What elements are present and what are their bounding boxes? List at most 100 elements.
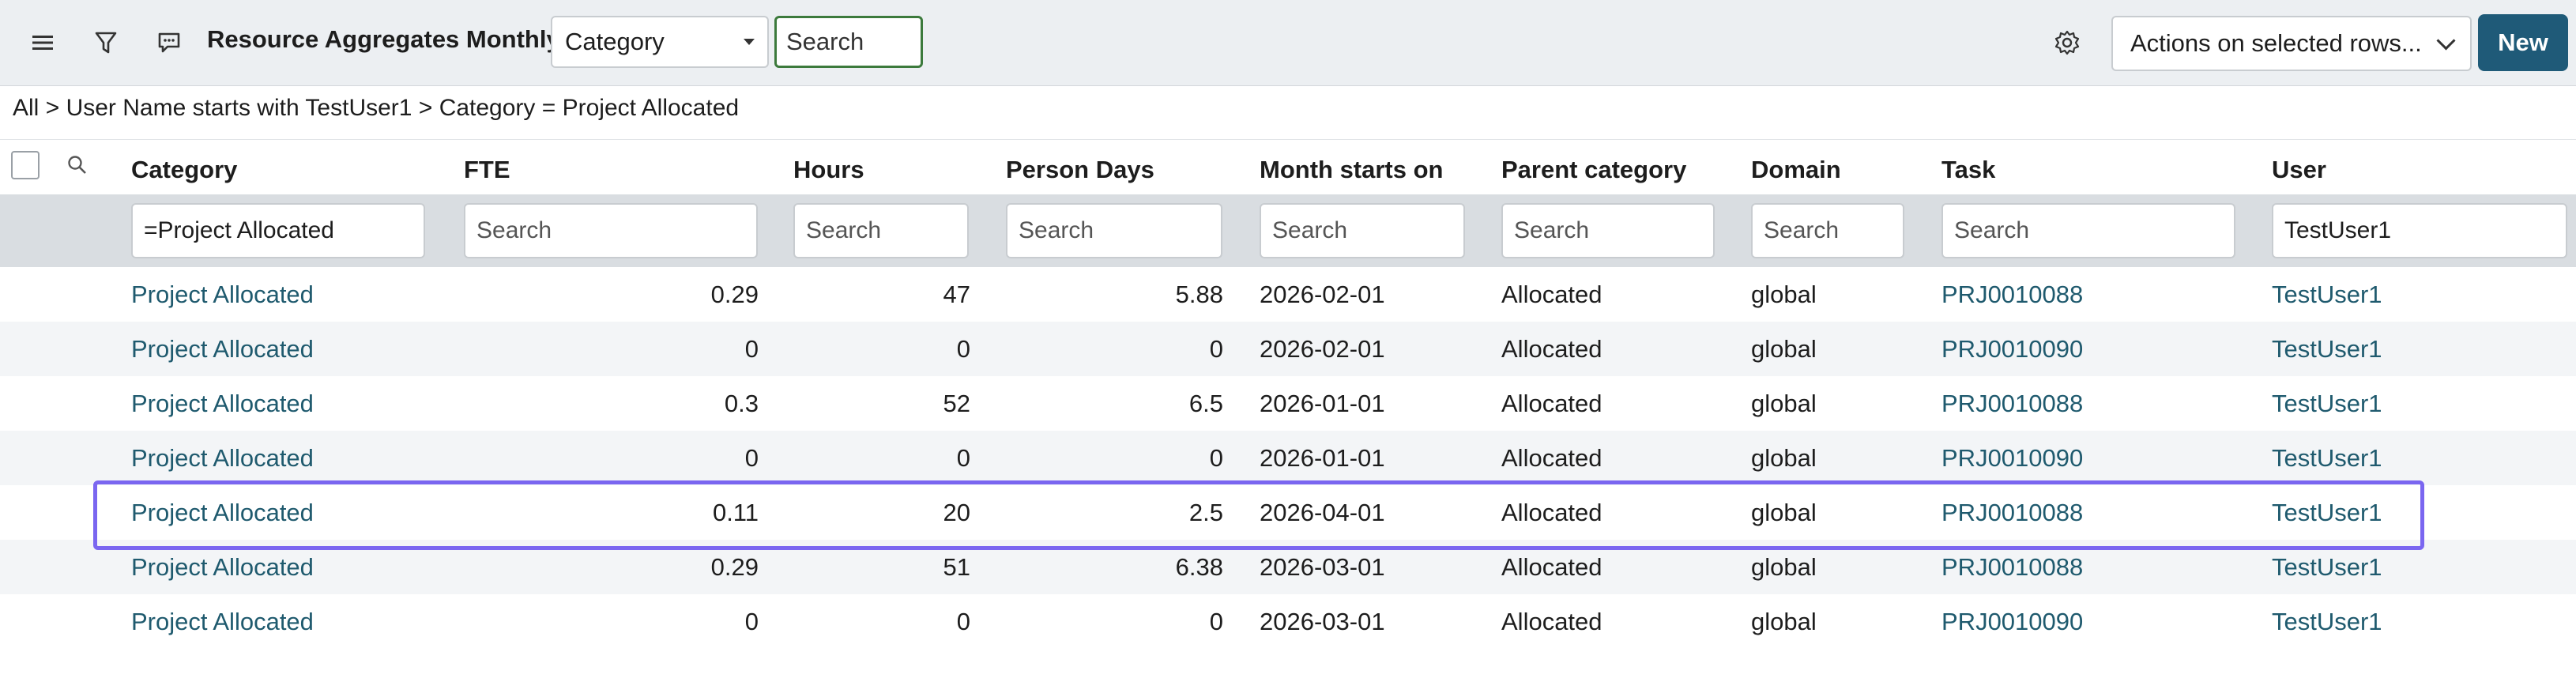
cell-task[interactable]: PRJ0010090 bbox=[1941, 608, 2083, 636]
column-header-user[interactable]: User bbox=[2272, 156, 2326, 184]
column-header-month-starts-on[interactable]: Month starts on bbox=[1260, 156, 1444, 184]
list-header-bar: Resource Aggregates Monthly Category Act… bbox=[0, 0, 2576, 86]
cell-user[interactable]: TestUser1 bbox=[2272, 335, 2382, 364]
breadcrumb-filter-category[interactable]: Category = Project Allocated bbox=[439, 95, 739, 121]
table-row[interactable]: Project Allocated 0 0 0 2026-03-01 Alloc… bbox=[0, 594, 2576, 649]
cell-domain: global bbox=[1751, 281, 1817, 308]
cell-user[interactable]: TestUser1 bbox=[2272, 499, 2382, 527]
cell-task[interactable]: PRJ0010088 bbox=[1941, 390, 2083, 418]
column-header-hours[interactable]: Hours bbox=[793, 156, 864, 184]
list-settings-button[interactable] bbox=[2048, 24, 2086, 62]
cell-person-days: 0 bbox=[1209, 608, 1223, 635]
cell-domain: global bbox=[1751, 499, 1817, 526]
actions-on-selected-rows-select[interactable]: Actions on selected rows... bbox=[2111, 16, 2472, 71]
cell-category[interactable]: Project Allocated bbox=[131, 608, 314, 636]
cell-domain: global bbox=[1751, 335, 1817, 363]
filter-input-task[interactable] bbox=[1941, 203, 2235, 258]
cell-domain: global bbox=[1751, 608, 1817, 635]
cell-category[interactable]: Project Allocated bbox=[131, 281, 314, 309]
cell-month-starts-on: 2026-03-01 bbox=[1260, 553, 1385, 581]
cell-user[interactable]: TestUser1 bbox=[2272, 281, 2382, 309]
cell-hours: 0 bbox=[956, 444, 970, 472]
cell-user[interactable]: TestUser1 bbox=[2272, 444, 2382, 473]
filter-input-category[interactable] bbox=[131, 203, 425, 258]
cell-parent-category: Allocated bbox=[1501, 281, 1602, 308]
breadcrumb-all[interactable]: All bbox=[13, 95, 39, 121]
activity-stream-button[interactable] bbox=[150, 24, 188, 62]
cell-hours: 52 bbox=[943, 390, 970, 417]
caret-down-icon bbox=[744, 39, 755, 45]
cell-fte: 0.29 bbox=[710, 553, 759, 581]
filter-input-person-days[interactable] bbox=[1006, 203, 1222, 258]
table-row[interactable]: Project Allocated 0.29 47 5.88 2026-02-0… bbox=[0, 267, 2576, 322]
cell-user[interactable]: TestUser1 bbox=[2272, 608, 2382, 636]
cell-domain: global bbox=[1751, 553, 1817, 581]
cell-parent-category: Allocated bbox=[1501, 444, 1602, 472]
table-header-row: Category FTE Hours Person Days Month sta… bbox=[0, 139, 2576, 195]
cell-fte: 0.29 bbox=[710, 281, 759, 308]
breadcrumb: All > User Name starts with TestUser1 > … bbox=[13, 95, 739, 122]
cell-task[interactable]: PRJ0010088 bbox=[1941, 553, 2083, 582]
filter-input-fte[interactable] bbox=[464, 203, 758, 258]
filter-input-parent-category[interactable] bbox=[1501, 203, 1715, 258]
cell-month-starts-on: 2026-02-01 bbox=[1260, 281, 1385, 308]
table-row-highlighted[interactable]: Project Allocated 0.11 20 2.5 2026-04-01… bbox=[0, 485, 2576, 540]
new-button[interactable]: New bbox=[2478, 14, 2568, 71]
breadcrumb-separator: > bbox=[45, 95, 60, 121]
filter-input-hours[interactable] bbox=[793, 203, 969, 258]
list-search-input[interactable] bbox=[774, 16, 923, 68]
cell-task[interactable]: PRJ0010090 bbox=[1941, 444, 2083, 473]
chevron-down-icon bbox=[2436, 30, 2456, 51]
menu-button[interactable] bbox=[24, 24, 62, 62]
cell-task[interactable]: PRJ0010088 bbox=[1941, 281, 2083, 309]
column-header-fte[interactable]: FTE bbox=[464, 156, 510, 184]
cell-domain: global bbox=[1751, 390, 1817, 417]
cell-month-starts-on: 2026-03-01 bbox=[1260, 608, 1385, 635]
cell-category[interactable]: Project Allocated bbox=[131, 390, 314, 418]
table-row[interactable]: Project Allocated 0 0 0 2026-02-01 Alloc… bbox=[0, 322, 2576, 376]
filter-input-user[interactable] bbox=[2272, 203, 2567, 258]
cell-month-starts-on: 2026-02-01 bbox=[1260, 335, 1385, 363]
filter-input-domain[interactable] bbox=[1751, 203, 1904, 258]
cell-category[interactable]: Project Allocated bbox=[131, 499, 314, 527]
cell-category[interactable]: Project Allocated bbox=[131, 553, 314, 582]
cell-domain: global bbox=[1751, 444, 1817, 472]
cell-month-starts-on: 2026-01-01 bbox=[1260, 444, 1385, 472]
cell-category[interactable]: Project Allocated bbox=[131, 335, 314, 364]
cell-person-days: 6.38 bbox=[1175, 553, 1223, 581]
filter-input-month-starts-on[interactable] bbox=[1260, 203, 1465, 258]
search-field-select[interactable]: Category bbox=[551, 16, 769, 68]
table-row[interactable]: Project Allocated 0.3 52 6.5 2026-01-01 … bbox=[0, 376, 2576, 431]
actions-select-value: Actions on selected rows... bbox=[2130, 29, 2422, 57]
column-search-toggle[interactable] bbox=[66, 154, 89, 180]
gear-icon bbox=[2054, 30, 2080, 55]
page-title: Resource Aggregates Monthly bbox=[207, 25, 560, 53]
column-header-task[interactable]: Task bbox=[1941, 156, 1995, 184]
select-all-checkbox[interactable] bbox=[11, 151, 40, 179]
cell-user[interactable]: TestUser1 bbox=[2272, 553, 2382, 582]
menu-icon bbox=[32, 36, 53, 50]
cell-fte: 0.11 bbox=[712, 499, 759, 526]
cell-person-days: 5.88 bbox=[1175, 281, 1223, 308]
cell-fte: 0 bbox=[744, 444, 759, 472]
chat-icon bbox=[158, 32, 180, 53]
cell-task[interactable]: PRJ0010088 bbox=[1941, 499, 2083, 527]
cell-fte: 0.3 bbox=[724, 390, 759, 417]
column-filter-row bbox=[0, 194, 2576, 267]
cell-fte: 0 bbox=[744, 608, 759, 635]
column-header-parent-category[interactable]: Parent category bbox=[1501, 156, 1686, 184]
column-header-domain[interactable]: Domain bbox=[1751, 156, 1841, 184]
filter-button[interactable] bbox=[87, 24, 125, 62]
table-row[interactable]: Project Allocated 0 0 0 2026-01-01 Alloc… bbox=[0, 431, 2576, 485]
cell-parent-category: Allocated bbox=[1501, 335, 1602, 363]
table-row[interactable]: Project Allocated 0.29 51 6.38 2026-03-0… bbox=[0, 540, 2576, 594]
cell-task[interactable]: PRJ0010090 bbox=[1941, 335, 2083, 364]
column-header-person-days[interactable]: Person Days bbox=[1006, 156, 1154, 184]
cell-hours: 51 bbox=[943, 553, 970, 581]
column-header-category[interactable]: Category bbox=[131, 156, 237, 184]
cell-category[interactable]: Project Allocated bbox=[131, 444, 314, 473]
cell-parent-category: Allocated bbox=[1501, 390, 1602, 417]
breadcrumb-filter-user[interactable]: User Name starts with TestUser1 bbox=[66, 95, 412, 121]
cell-person-days: 0 bbox=[1209, 335, 1223, 363]
cell-user[interactable]: TestUser1 bbox=[2272, 390, 2382, 418]
